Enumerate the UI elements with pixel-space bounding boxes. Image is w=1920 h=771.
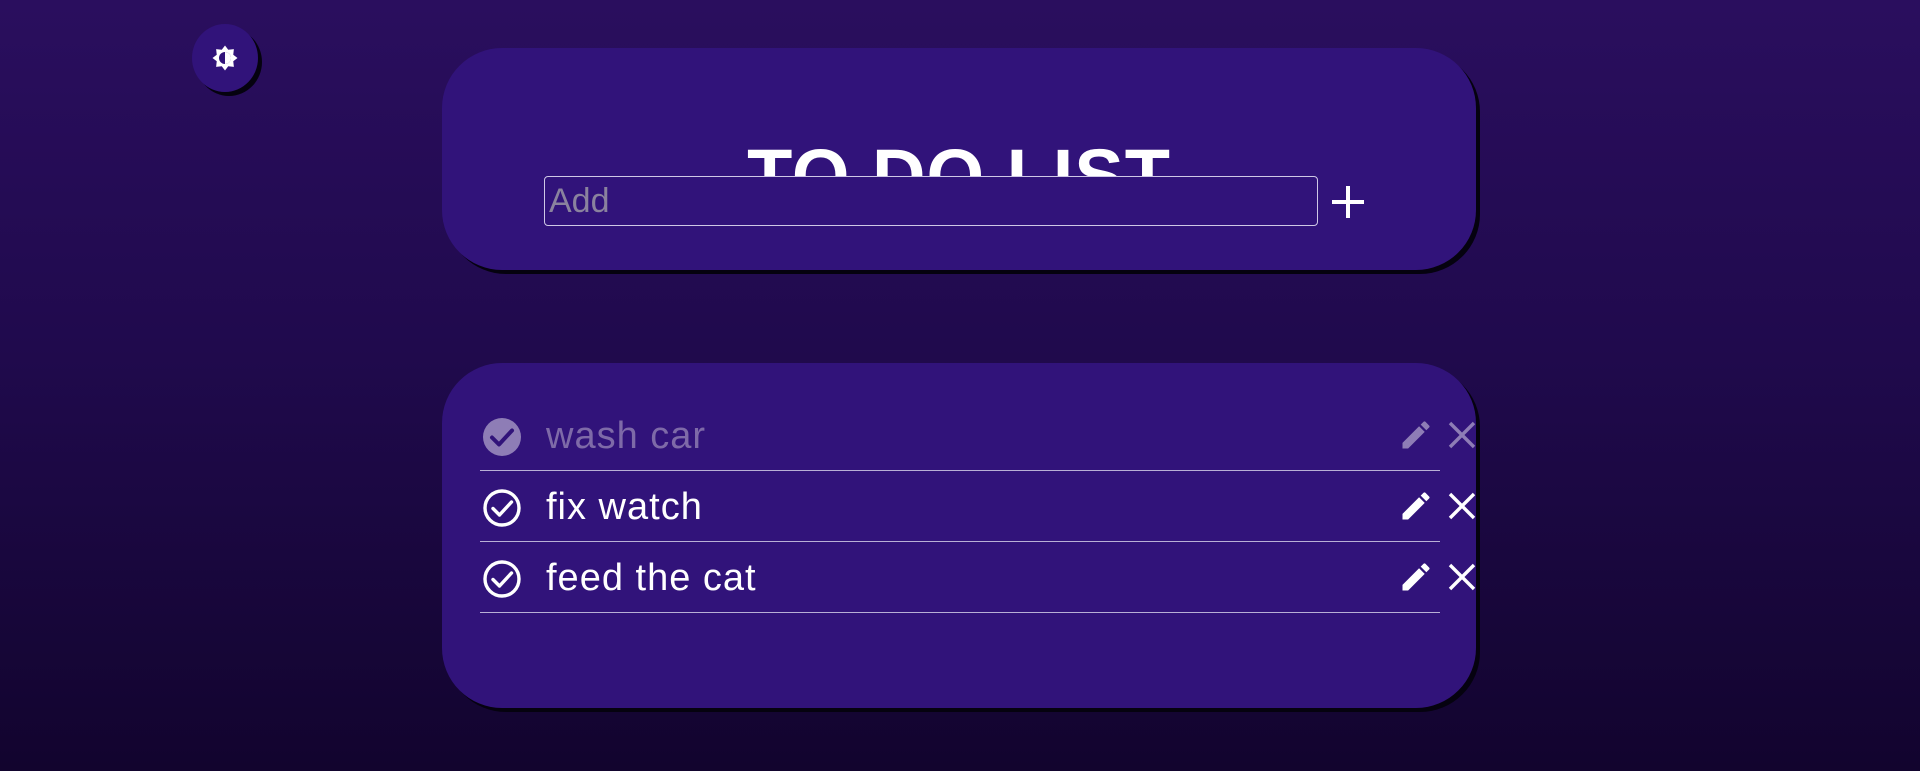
todo-text: fix watch (546, 486, 703, 528)
pencil-icon[interactable] (1398, 559, 1434, 595)
todo-item: fix watch (480, 472, 1476, 542)
todo-item: feed the cat (480, 543, 1476, 613)
add-todo-input[interactable] (544, 176, 1318, 226)
todo-text: wash car (546, 415, 707, 457)
pencil-icon[interactable] (1398, 417, 1434, 453)
close-icon[interactable] (1444, 488, 1480, 524)
add-todo-button[interactable] (1326, 178, 1370, 226)
pencil-icon[interactable] (1398, 488, 1434, 524)
close-icon[interactable] (1444, 559, 1480, 595)
todo-list-card: wash car fix watch feed the cat (442, 363, 1476, 708)
brightness-contrast-icon (212, 45, 238, 71)
todo-text: feed the cat (546, 557, 757, 599)
check-circle-filled-icon[interactable] (482, 417, 522, 457)
check-circle-outline-icon[interactable] (482, 559, 522, 599)
theme-toggle-button[interactable] (192, 24, 258, 92)
header-card: TO DO LIST (442, 48, 1476, 270)
todo-item: wash car (480, 401, 1476, 471)
close-icon[interactable] (1444, 417, 1480, 453)
check-circle-outline-icon[interactable] (482, 488, 522, 528)
plus-icon (1332, 186, 1364, 218)
